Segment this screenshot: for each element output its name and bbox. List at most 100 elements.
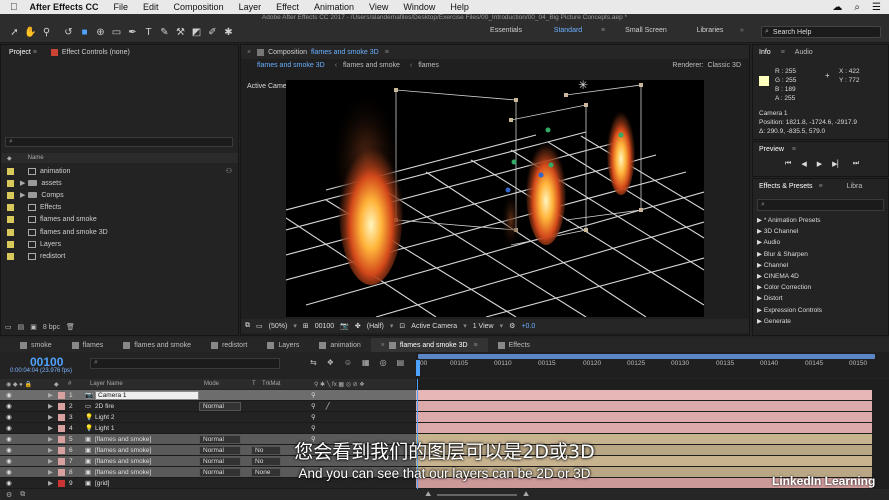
transparency-grid-icon[interactable]: ⊞ bbox=[303, 322, 309, 330]
timeline-current-time[interactable]: 00100 bbox=[30, 355, 63, 369]
timeline-tab-flames[interactable]: flames bbox=[62, 338, 114, 352]
composition-viewer[interactable]: ✳ bbox=[286, 80, 704, 317]
last-frame-icon[interactable]: ⏭ bbox=[853, 160, 859, 168]
view-layout-dropdown[interactable]: 1 View bbox=[473, 323, 494, 330]
tab-info[interactable]: Info bbox=[759, 49, 771, 56]
effects-item[interactable]: ▶ Generate bbox=[757, 316, 888, 327]
menu-view[interactable]: View bbox=[369, 2, 388, 12]
close-panel-icon[interactable]: × bbox=[247, 49, 251, 56]
trkmat-header[interactable]: TrkMat bbox=[262, 381, 314, 387]
quality-switch-icon[interactable]: ╱ bbox=[326, 402, 330, 410]
name-column-header[interactable]: Name bbox=[28, 155, 44, 161]
tab-libraries[interactable]: Libra bbox=[847, 183, 863, 190]
comp-mini-flowchart-icon[interactable]: ⇆ bbox=[310, 358, 317, 367]
graph-editor-icon[interactable]: ▤ bbox=[397, 358, 405, 367]
tab-project[interactable]: Project ≡ bbox=[9, 49, 37, 56]
timeline-tab-effects[interactable]: Effects bbox=[488, 338, 540, 352]
layer-duration-bar[interactable] bbox=[416, 423, 872, 433]
interpret-footage-icon[interactable]: ▭ bbox=[5, 323, 12, 331]
menu-effect[interactable]: Effect bbox=[276, 2, 299, 12]
layer-name[interactable]: Camera 1 bbox=[95, 390, 199, 400]
project-item-layers[interactable]: Layers bbox=[1, 238, 238, 250]
exposure-value[interactable]: +0.0 bbox=[521, 323, 535, 330]
timeline-tab-smoke[interactable]: smoke bbox=[10, 338, 62, 352]
effects-item[interactable]: ▶ * Animation Presets bbox=[757, 215, 888, 226]
layer-label-color[interactable] bbox=[58, 402, 65, 410]
project-item-assets[interactable]: ▶ assets bbox=[1, 177, 238, 189]
label-header-icon[interactable]: ◆ bbox=[54, 381, 68, 388]
expand-arrow-icon[interactable]: ▶ bbox=[48, 424, 58, 432]
workspace-small-screen[interactable]: Small Screen bbox=[612, 27, 680, 34]
tab-effects-presets[interactable]: Effects & Presets bbox=[759, 183, 813, 190]
first-frame-icon[interactable]: ⏮ bbox=[785, 160, 791, 168]
resolution-dropdown[interactable]: (Half) bbox=[367, 323, 384, 330]
project-search-input[interactable]: ⌕ bbox=[5, 137, 233, 147]
timeline-tab-layers[interactable]: Layers bbox=[257, 338, 309, 352]
always-preview-icon[interactable]: ⧉ bbox=[245, 322, 250, 330]
workspace-more-icon[interactable]: » bbox=[740, 27, 754, 34]
visibility-icon[interactable]: ◉ bbox=[6, 402, 48, 410]
effects-item[interactable]: ▶ CINEMA 4D bbox=[757, 271, 888, 282]
zoom-tool-icon[interactable]: ⚲ bbox=[40, 26, 53, 39]
camera-tool-icon[interactable]: ■ bbox=[78, 26, 91, 39]
color-channel-icon[interactable]: ✤ bbox=[355, 322, 361, 330]
effects-item[interactable]: ▶ Blur & Sharpen bbox=[757, 249, 888, 260]
layer-name[interactable]: 2D fire bbox=[95, 403, 199, 410]
av-features-header-icon[interactable]: ◉ ◆ ● 🔒 bbox=[6, 381, 54, 388]
workspace-menu-icon[interactable]: ≡ bbox=[594, 27, 612, 34]
workspace-libraries[interactable]: Libraries bbox=[680, 27, 740, 34]
breadcrumb-flames-and-smoke[interactable]: flames and smoke bbox=[343, 62, 400, 69]
flowchart-icon[interactable]: ⚇ bbox=[226, 167, 232, 175]
layer-row[interactable]: ◉ ▶ 1 📷 Camera 1 ⚲ bbox=[0, 390, 416, 401]
composition-menu-icon[interactable]: ≡ bbox=[385, 49, 389, 56]
menu-edit[interactable]: Edit bbox=[143, 2, 159, 12]
effects-item[interactable]: ▶ Audio bbox=[757, 237, 888, 248]
composition-name[interactable]: flames and smoke 3D bbox=[311, 49, 379, 56]
expand-arrow-icon[interactable]: ▶ bbox=[20, 179, 25, 187]
reset-exposure-icon[interactable]: ⚙ bbox=[509, 322, 515, 330]
collapse-switch-icon[interactable]: ⚲ bbox=[311, 413, 316, 421]
bit-depth-button[interactable]: 8 bpc bbox=[43, 324, 60, 331]
previous-frame-icon[interactable]: ◀ bbox=[801, 160, 806, 168]
expand-arrow-icon[interactable]: ▶ bbox=[20, 191, 25, 199]
time-ruler[interactable]: 00 00105 00110 00115 00120 00125 00130 0… bbox=[416, 352, 889, 378]
notification-center-icon[interactable]: ☰ bbox=[872, 2, 881, 13]
new-composition-icon[interactable]: ▣ bbox=[30, 323, 37, 331]
clone-stamp-tool-icon[interactable]: ⚒ bbox=[174, 26, 187, 39]
collapse-switch-icon[interactable]: ⚲ bbox=[311, 391, 316, 399]
visibility-icon[interactable]: ◉ bbox=[6, 424, 48, 432]
layer-row[interactable]: ◉ ▶ 4 💡 Light 1 ⚲ bbox=[0, 423, 416, 434]
visibility-icon[interactable]: ◉ bbox=[6, 413, 48, 421]
draft-3d-icon[interactable]: ❖ bbox=[327, 358, 334, 367]
effects-item[interactable]: ▶ 3D Channel bbox=[757, 226, 888, 237]
shy-layers-icon[interactable]: ☺ bbox=[344, 358, 352, 367]
app-menu[interactable]: After Effects CC bbox=[30, 2, 99, 12]
work-area-bar[interactable] bbox=[418, 354, 875, 359]
3d-view-dropdown[interactable]: Active Camera bbox=[411, 323, 457, 330]
new-folder-icon[interactable]: ▤ bbox=[18, 323, 25, 331]
timeline-tab-redistort[interactable]: redistort bbox=[201, 338, 257, 352]
t-header[interactable]: T bbox=[252, 381, 262, 387]
expand-arrow-icon[interactable]: ▶ bbox=[48, 391, 58, 399]
layer-name[interactable]: Light 2 bbox=[95, 414, 199, 421]
menu-animation[interactable]: Animation bbox=[314, 2, 354, 12]
workspace-essentials[interactable]: Essentials bbox=[470, 27, 542, 34]
pan-behind-tool-icon[interactable]: ⊕ bbox=[94, 26, 107, 39]
number-header-icon[interactable]: # bbox=[68, 381, 90, 387]
visibility-icon[interactable]: ◉ bbox=[6, 391, 48, 399]
effects-search-input[interactable]: ⌕ bbox=[757, 199, 884, 211]
menu-help[interactable]: Help bbox=[450, 2, 469, 12]
project-item-comps[interactable]: ▶ Comps bbox=[1, 189, 238, 201]
menu-window[interactable]: Window bbox=[403, 2, 435, 12]
project-item-flames-and-smoke[interactable]: flames and smoke bbox=[1, 214, 238, 226]
layer-switches-toggle-icon[interactable]: ⚙ bbox=[6, 491, 12, 499]
search-help-field[interactable]: ⌕ Search Help bbox=[761, 26, 881, 38]
menu-composition[interactable]: Composition bbox=[174, 2, 224, 12]
spotlight-icon[interactable]: ⌕ bbox=[854, 2, 860, 13]
mode-dropdown[interactable]: Normal bbox=[199, 401, 241, 411]
transfer-controls-toggle-icon[interactable]: ⧉ bbox=[20, 491, 25, 499]
effects-item[interactable]: ▶ Channel bbox=[757, 260, 888, 271]
type-tool-icon[interactable]: T bbox=[142, 26, 155, 39]
layer-row[interactable]: ◉ ▶ 2 ▭ 2D fire Normal ⚲ ╱ bbox=[0, 401, 416, 412]
tab-effect-controls[interactable]: Effect Controls (none) bbox=[50, 48, 130, 56]
